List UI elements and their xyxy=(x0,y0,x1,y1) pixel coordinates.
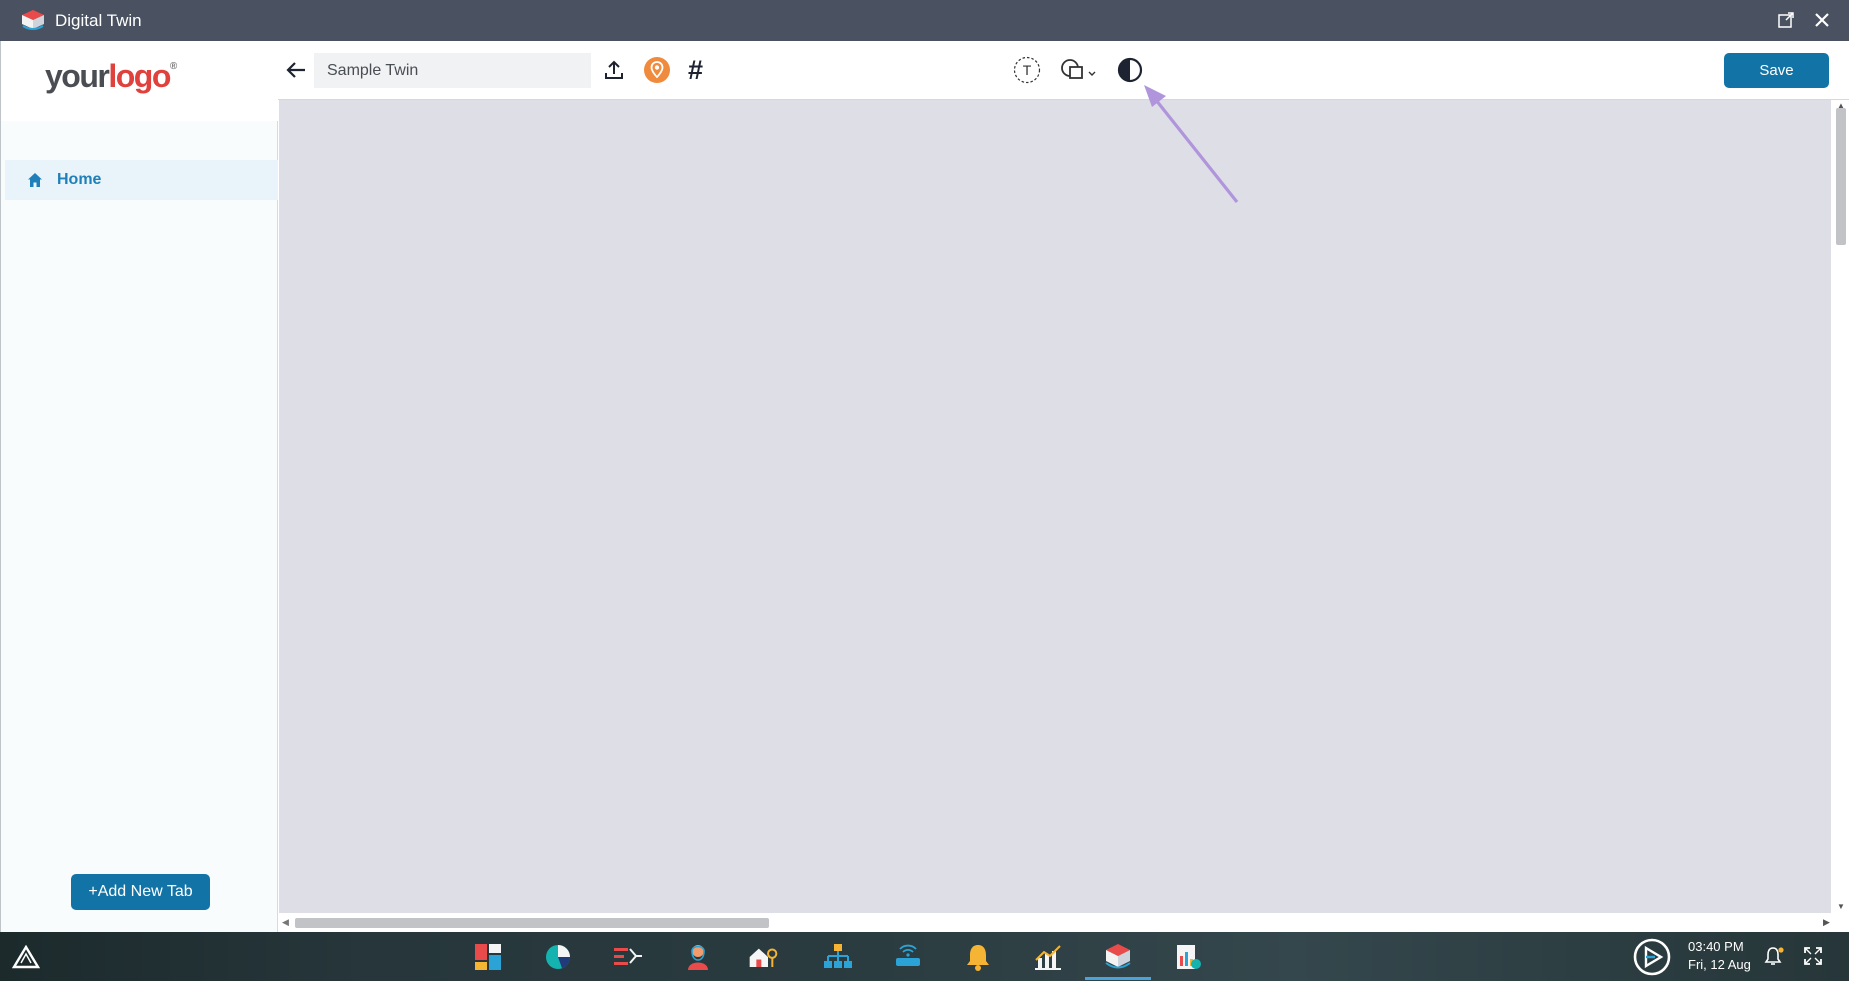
reports-chart-icon[interactable] xyxy=(1033,942,1063,972)
save-button[interactable]: Save xyxy=(1724,53,1829,88)
sidebar-item-home[interactable]: Home xyxy=(5,160,278,200)
design-canvas[interactable] xyxy=(279,100,1831,913)
shape-tool-icon[interactable] xyxy=(1059,56,1101,84)
user-profile-app-icon[interactable] xyxy=(683,942,713,972)
upload-icon[interactable] xyxy=(604,59,624,81)
twin-name-input[interactable] xyxy=(314,53,591,88)
horizontal-scrollbar[interactable]: ◀ ▶ xyxy=(279,913,1849,932)
logo-area: yourlogo® xyxy=(1,41,278,121)
logo: yourlogo® xyxy=(45,58,177,95)
brand-logo-icon[interactable] xyxy=(1633,938,1671,976)
text-tool-letter: T xyxy=(1023,62,1032,78)
vertical-scrollbar[interactable]: ▲ ▼ xyxy=(1833,100,1849,913)
logo-text-logo: logo xyxy=(108,58,171,94)
popout-icon[interactable] xyxy=(1777,11,1795,29)
building-report-app-icon[interactable] xyxy=(1173,942,1203,972)
scroll-right-arrow-icon[interactable]: ▶ xyxy=(1823,917,1830,928)
taskbar: 03:40 PM Fri, 12 Aug xyxy=(0,932,1849,981)
scroll-left-arrow-icon[interactable]: ◀ xyxy=(282,917,289,928)
clock-date: Fri, 12 Aug xyxy=(1688,957,1751,972)
contrast-theme-icon[interactable] xyxy=(1117,57,1143,83)
logo-text-your: your xyxy=(45,58,110,94)
vertical-scroll-thumb[interactable] xyxy=(1836,108,1846,245)
clock-time: 03:40 PM xyxy=(1688,939,1744,954)
back-arrow-icon[interactable] xyxy=(285,60,307,80)
home-icon xyxy=(28,173,42,187)
sidebar-item-label: Home xyxy=(57,171,102,188)
close-icon[interactable] xyxy=(1812,10,1832,30)
hash-icon[interactable]: # xyxy=(688,55,703,86)
router-app-icon[interactable] xyxy=(893,942,923,972)
text-tool-icon[interactable]: T xyxy=(1013,56,1041,84)
flow-app-icon[interactable] xyxy=(613,942,643,972)
digital-twin-app-icon xyxy=(22,10,44,30)
active-app-indicator xyxy=(1085,977,1151,980)
fullscreen-icon[interactable] xyxy=(1803,946,1823,966)
horizontal-scroll-thumb[interactable] xyxy=(295,918,769,928)
location-pin-icon[interactable] xyxy=(643,56,671,84)
dashboard-app-icon[interactable] xyxy=(473,942,503,972)
notifications-bell-icon[interactable] xyxy=(1763,945,1785,967)
editor-toolbar: # T Save xyxy=(278,41,1849,100)
title-bar: Digital Twin xyxy=(0,0,1849,41)
window-title: Digital Twin xyxy=(55,11,142,30)
logo-registered-mark: ® xyxy=(169,61,178,73)
add-new-tab-button[interactable]: +Add New Tab xyxy=(71,874,210,910)
scroll-down-arrow-icon[interactable]: ▼ xyxy=(1837,902,1845,911)
analytics-pie-icon[interactable] xyxy=(543,942,573,972)
notification-app-icon[interactable] xyxy=(963,942,993,972)
hierarchy-app-icon[interactable] xyxy=(823,942,853,972)
digital-twin-taskbar-icon[interactable] xyxy=(1103,942,1133,972)
sidebar: yourlogo® Home +Add New Tab xyxy=(0,41,278,932)
start-menu-icon[interactable] xyxy=(12,945,40,969)
smart-home-app-icon[interactable] xyxy=(748,942,778,972)
